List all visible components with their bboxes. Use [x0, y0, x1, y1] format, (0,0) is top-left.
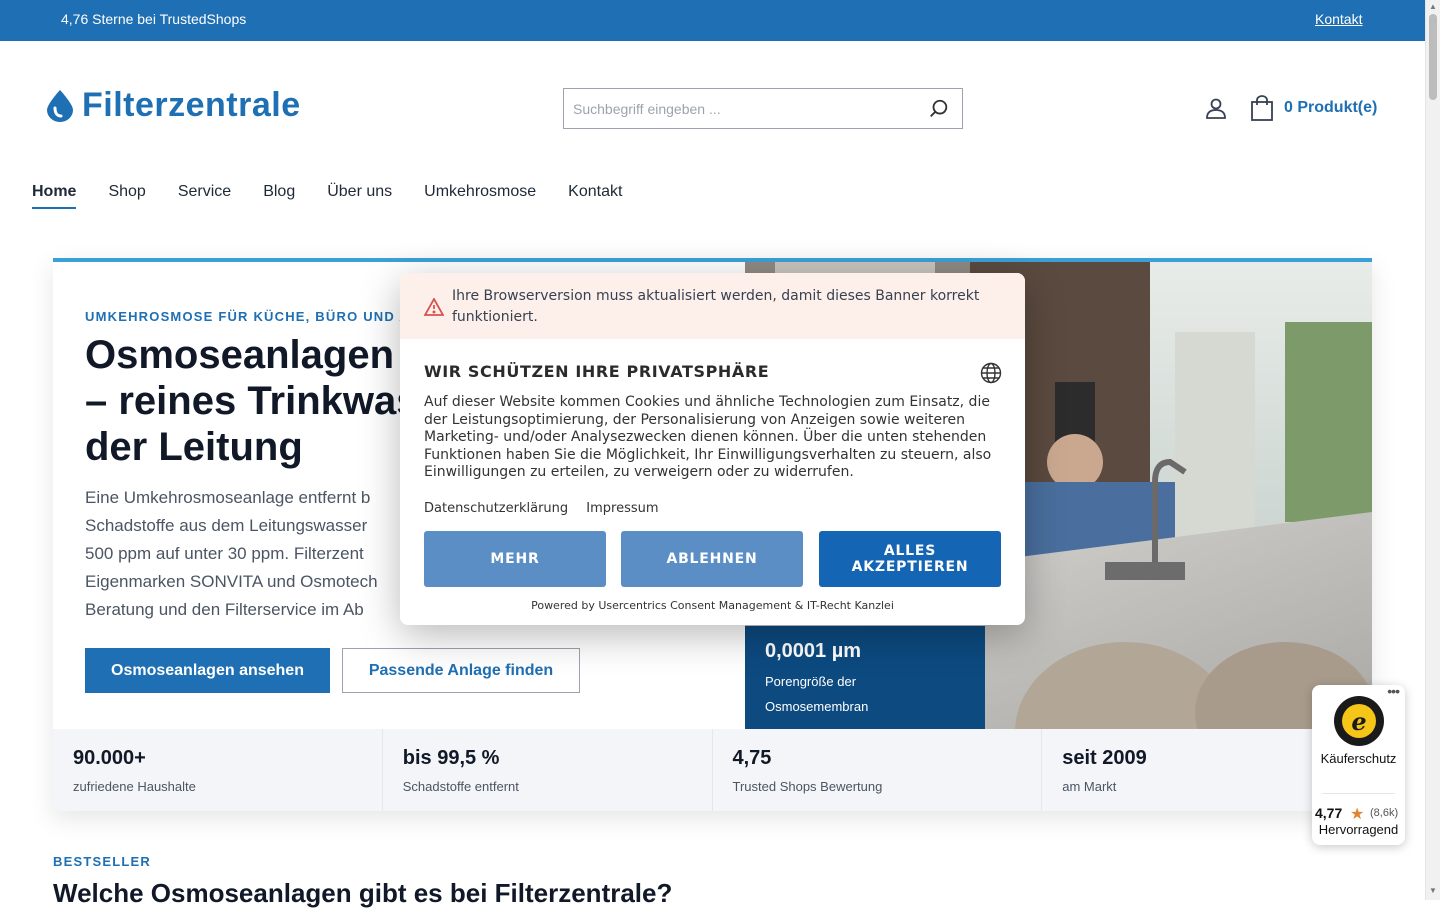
- hero-description-line: 500 ppm auf unter 30 ppm. Filterzent: [85, 544, 364, 563]
- svg-text:e: e: [1351, 707, 1366, 736]
- stat-item: 4,75 Trusted Shops Bewertung: [713, 729, 1043, 811]
- site-logo[interactable]: Filterzentrale: [45, 86, 301, 125]
- language-globe-icon[interactable]: [980, 362, 1002, 384]
- page-scrollbar[interactable]: ▲ ▼: [1425, 0, 1440, 900]
- decline-button[interactable]: ABLEHNEN: [621, 531, 803, 587]
- nav-item-shop[interactable]: Shop: [108, 183, 145, 209]
- hero-title-line: der Leitung: [85, 425, 303, 469]
- search-input[interactable]: [564, 89, 914, 128]
- stat-label: am Markt: [1062, 779, 1117, 794]
- hero-description-line: Eine Umkehrosmoseanlage entfernt b: [85, 488, 371, 507]
- hero-description: Eine Umkehrosmoseanlage entfernt b Schad…: [85, 484, 405, 624]
- nav-item-umkehrosmose[interactable]: Umkehrosmose: [424, 183, 536, 209]
- nav-item-service[interactable]: Service: [178, 183, 231, 209]
- hero-eyebrow: UMKEHROSMOSE FÜR KÜCHE, BÜRO UND A: [85, 309, 405, 324]
- buyer-protection-label: Käuferschutz: [1320, 751, 1397, 766]
- accept-all-button[interactable]: ALLES AKZEPTIEREN: [819, 531, 1001, 587]
- hero-description-line: Schadstoffe aus dem Leitungswasser: [85, 516, 368, 535]
- cookie-consent-dialog: Ihre Browserversion muss aktualisiert we…: [400, 273, 1025, 625]
- stat-item: 90.000+ zufriedene Haushalte: [53, 729, 383, 811]
- stat-item: bis 99,5 % Schadstoffe entfernt: [383, 729, 713, 811]
- star-icon: ★: [1350, 806, 1365, 823]
- shopping-bag-icon: [1251, 95, 1273, 121]
- badge-label: Porengröße der Osmosemembran: [765, 674, 869, 714]
- scroll-down-arrow-icon[interactable]: ▼: [1429, 886, 1437, 895]
- top-bar: 4,76 Sterne bei TrustedShops Kontakt: [0, 0, 1425, 41]
- nav-item-kontakt[interactable]: Kontakt: [568, 183, 622, 209]
- ts-quality-label: Hervorragend: [1318, 822, 1399, 837]
- ts-review-count: (8,6k): [1370, 807, 1399, 819]
- cart-button[interactable]: 0 Produkt(e): [1250, 95, 1377, 121]
- topbar-contact-link[interactable]: Kontakt: [1315, 11, 1362, 27]
- membrane-pore-size-badge: 0,0001 µm Porengröße der Osmosemembran: [745, 626, 985, 729]
- search-icon[interactable]: [928, 98, 950, 120]
- badge-value: 0,0001 µm: [765, 640, 862, 662]
- hero-description-line: Eigenmarken SONVITA und Osmotech: [85, 572, 378, 591]
- logo-text: Filterzentrale: [82, 86, 301, 124]
- consent-links: Datenschutzerklärung Impressum: [424, 501, 673, 516]
- more-button[interactable]: MEHR: [424, 531, 606, 587]
- consent-title: WIR SCHÜTZEN IHRE PRIVATSPHÄRE: [424, 362, 770, 381]
- trusted-shops-seal-icon: e: [1334, 696, 1384, 746]
- browser-warning-banner: Ihre Browserversion muss aktualisiert we…: [400, 273, 1025, 339]
- stat-value: seit 2009: [1062, 747, 1147, 769]
- widget-divider: [1322, 793, 1395, 794]
- stat-label: zufriedene Haushalte: [73, 779, 196, 794]
- stat-value: bis 99,5 %: [402, 747, 500, 769]
- water-drop-logo-icon: [47, 89, 73, 122]
- find-matching-system-button[interactable]: Passende Anlage finden: [342, 648, 580, 693]
- stat-value: 4,75: [732, 747, 772, 769]
- scrollbar-thumb[interactable]: [1429, 14, 1437, 100]
- stat-value: 90.000+: [73, 747, 146, 769]
- trusted-shops-widget[interactable]: ••• e Käuferschutz 4,77 ★ (8,6k) Hervorr…: [1312, 683, 1405, 845]
- nav-item-home[interactable]: Home: [32, 183, 77, 209]
- user-account-icon[interactable]: [1204, 96, 1228, 120]
- main-navigation: Home Shop Service Blog Über uns Umkehros…: [32, 183, 654, 209]
- widget-more-dots-icon[interactable]: •••: [1387, 683, 1400, 699]
- ts-score: 4,77: [1315, 805, 1343, 821]
- hero-description-line: Beratung und den Filterservice im Ab: [85, 600, 364, 619]
- hero-title-line: Osmoseanlagen u: [85, 333, 415, 377]
- stat-label: Trusted Shops Bewertung: [732, 779, 883, 794]
- consent-body-text: Auf dieser Website kommen Cookies und äh…: [424, 394, 992, 481]
- privacy-policy-link[interactable]: Datenschutzerklärung: [424, 501, 568, 516]
- nav-item-ueber-uns[interactable]: Über uns: [327, 183, 392, 209]
- trustedshops-rating-text: 4,76 Sterne bei TrustedShops: [61, 11, 247, 27]
- search-box[interactable]: [563, 88, 963, 129]
- nav-item-blog[interactable]: Blog: [263, 183, 295, 209]
- stats-bar: 90.000+ zufriedene Haushalte bis 99,5 % …: [53, 729, 1372, 811]
- view-osmosis-systems-button[interactable]: Osmoseanlagen ansehen: [85, 648, 330, 693]
- hero-title-line: – reines Trinkwas: [85, 379, 415, 423]
- scroll-up-arrow-icon[interactable]: ▲: [1429, 2, 1437, 11]
- bestseller-label: BESTSELLER: [53, 854, 151, 869]
- warning-triangle-icon: [424, 298, 444, 316]
- consent-powered-by: Powered by Usercentrics Consent Manageme…: [531, 599, 894, 612]
- hero-title: Osmoseanlagen u – reines Trinkwas der Le…: [85, 332, 415, 470]
- stat-label: Schadstoffe entfernt: [402, 779, 519, 794]
- browser-warning-text: Ihre Browserversion muss aktualisiert we…: [452, 288, 980, 325]
- cart-label: 0 Produkt(e): [1284, 99, 1378, 116]
- imprint-link[interactable]: Impressum: [586, 501, 658, 516]
- bestseller-title: Welche Osmoseanlagen gibt es bei Filterz…: [53, 878, 673, 908]
